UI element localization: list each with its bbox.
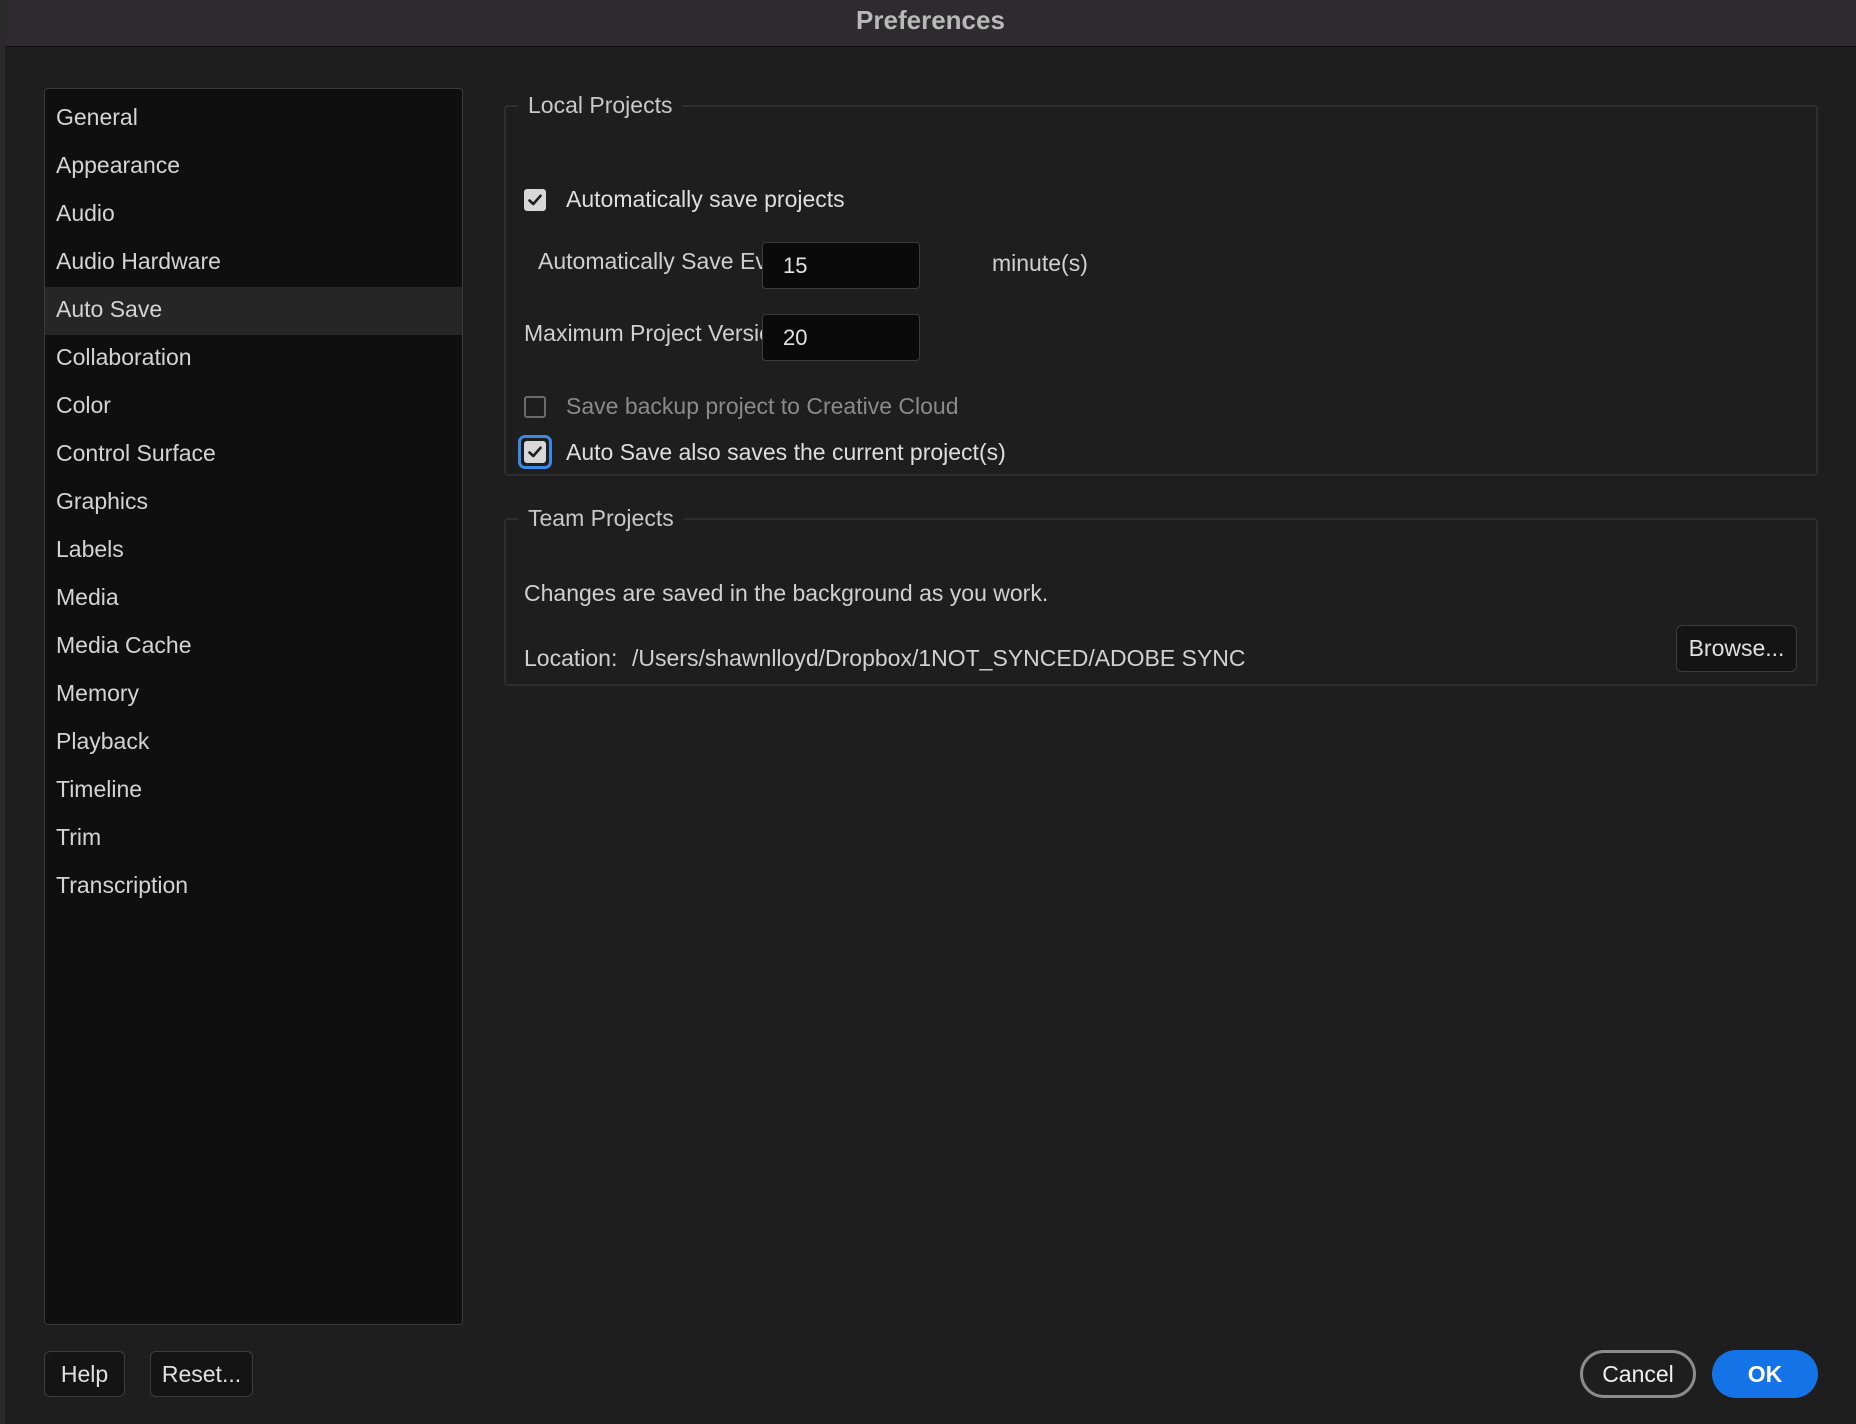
help-button[interactable]: Help: [44, 1351, 125, 1397]
sidebar-item-timeline[interactable]: Timeline: [45, 767, 462, 815]
checkmark-icon: [528, 194, 542, 205]
sidebar-item-auto-save[interactable]: Auto Save: [45, 287, 462, 335]
sidebar-item-memory[interactable]: Memory: [45, 671, 462, 719]
ok-button[interactable]: OK: [1712, 1350, 1818, 1398]
sidebar-item-transcription[interactable]: Transcription: [45, 863, 462, 911]
save-every-unit: minute(s): [992, 250, 1088, 276]
cancel-button[interactable]: Cancel: [1580, 1350, 1696, 1398]
title-bar[interactable]: Preferences: [5, 0, 1856, 47]
preferences-dialog: Preferences General Appearance Audio Aud…: [0, 0, 1856, 1424]
current-project-checkbox[interactable]: [524, 441, 546, 463]
team-projects-group: Team Projects Changes are saved in the b…: [504, 505, 1818, 686]
sidebar-item-media[interactable]: Media: [45, 575, 462, 623]
reset-button[interactable]: Reset...: [150, 1351, 253, 1397]
auto-save-projects-label: Automatically save projects: [566, 186, 845, 212]
preferences-category-list: General Appearance Audio Audio Hardware …: [44, 88, 463, 1325]
backup-cc-row: Save backup project to Creative Cloud: [524, 393, 959, 420]
sidebar-item-audio-hardware[interactable]: Audio Hardware: [45, 239, 462, 287]
focus-ring: [518, 435, 552, 469]
team-projects-description: Changes are saved in the background as y…: [524, 580, 1049, 606]
backup-cc-label: Save backup project to Creative Cloud: [566, 393, 959, 419]
sidebar-item-media-cache[interactable]: Media Cache: [45, 623, 462, 671]
checkmark-icon: [528, 446, 542, 458]
sidebar-item-control-surface[interactable]: Control Surface: [45, 431, 462, 479]
browse-button[interactable]: Browse...: [1676, 625, 1797, 672]
local-projects-title: Local Projects: [528, 92, 673, 118]
save-every-input[interactable]: [762, 242, 920, 289]
location-label: Location:: [524, 645, 618, 671]
sidebar-item-appearance[interactable]: Appearance: [45, 143, 462, 191]
sidebar-item-playback[interactable]: Playback: [45, 719, 462, 767]
current-project-label: Auto Save also saves the current project…: [566, 438, 1006, 465]
window-title: Preferences: [856, 5, 1005, 35]
sidebar-item-graphics[interactable]: Graphics: [45, 479, 462, 527]
sidebar-item-general[interactable]: General: [45, 95, 462, 143]
local-projects-group: Local Projects Automatically save projec…: [504, 92, 1818, 476]
team-projects-title: Team Projects: [528, 505, 674, 531]
max-versions-input[interactable]: [762, 314, 920, 361]
sidebar-item-audio[interactable]: Audio: [45, 191, 462, 239]
auto-save-projects-checkbox[interactable]: [524, 188, 546, 211]
auto-save-projects-row: Automatically save projects: [524, 186, 845, 213]
sidebar-item-labels[interactable]: Labels: [45, 527, 462, 575]
max-versions-row: Maximum Project Versions:: [524, 320, 803, 347]
current-project-row: Auto Save also saves the current project…: [518, 435, 1006, 469]
backup-cc-checkbox[interactable]: [524, 395, 546, 418]
window-edge: [0, 0, 5, 1424]
sidebar-item-trim[interactable]: Trim: [45, 815, 462, 863]
location-path: /Users/shawnlloyd/Dropbox/1NOT_SYNCED/AD…: [632, 645, 1246, 671]
sidebar-item-color[interactable]: Color: [45, 383, 462, 431]
max-versions-label: Maximum Project Versions:: [524, 320, 803, 346]
sidebar-item-collaboration[interactable]: Collaboration: [45, 335, 462, 383]
